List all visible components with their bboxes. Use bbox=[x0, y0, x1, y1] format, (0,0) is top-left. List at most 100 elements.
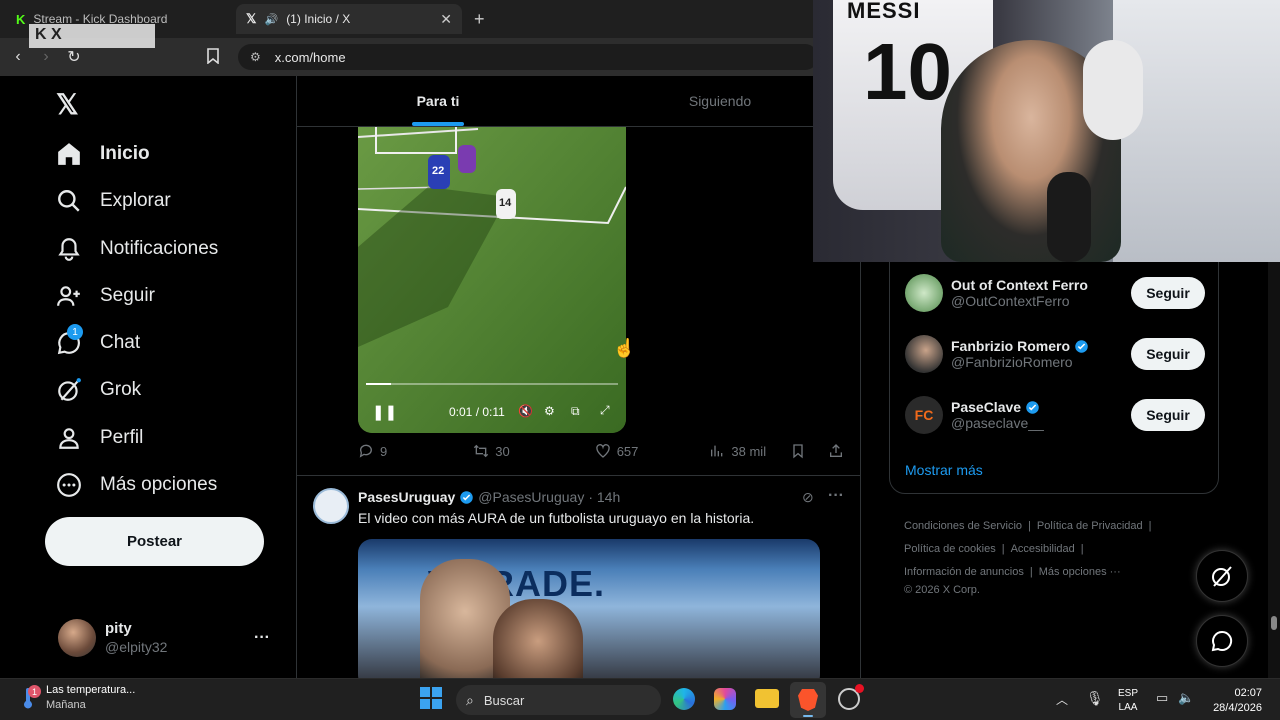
edge-icon[interactable] bbox=[673, 688, 695, 710]
views-button[interactable]: 38 mil bbox=[709, 443, 766, 459]
follow-button[interactable]: Seguir bbox=[1131, 277, 1205, 309]
verified-badge-icon bbox=[460, 490, 474, 504]
suggestion-handle: @paseclave__ bbox=[951, 415, 1044, 431]
back-icon[interactable]: ‹ bbox=[4, 48, 32, 66]
weather-widget[interactable]: 1 Las temperatura... Mañana bbox=[18, 683, 135, 713]
taskbar-search[interactable]: ⌕ Buscar bbox=[456, 685, 661, 715]
bell-icon bbox=[58, 238, 80, 261]
grok-fab[interactable] bbox=[1196, 550, 1248, 602]
follow-suggestion[interactable]: Fanbrizio Romero @FanbrizioRomero Seguir bbox=[905, 335, 1205, 373]
tab-label: (1) Inicio / X bbox=[286, 12, 351, 26]
retweet-button[interactable]: 30 bbox=[473, 443, 510, 459]
sidebar-item-label: Grok bbox=[100, 379, 142, 400]
pause-icon[interactable]: ❚❚ bbox=[372, 403, 397, 421]
footer-link[interactable]: Accesibilidad bbox=[1011, 543, 1075, 555]
video-progress-fill bbox=[366, 383, 392, 385]
address-input[interactable]: ⚙ x.com/home bbox=[238, 44, 818, 70]
sidebar-item-explorar[interactable]: Explorar bbox=[56, 184, 171, 218]
show-more-link[interactable]: Mostrar más bbox=[905, 462, 983, 478]
sidebar-item-notificaciones[interactable]: Notificaciones bbox=[56, 232, 218, 266]
tab-para-ti[interactable]: Para ti bbox=[297, 76, 579, 126]
avatar[interactable] bbox=[313, 488, 349, 524]
like-button[interactable]: 657 bbox=[595, 443, 639, 459]
post-button[interactable]: Postear bbox=[45, 517, 264, 566]
tray-chevron-icon[interactable]: ︿ bbox=[1056, 691, 1068, 708]
volume-icon[interactable]: 🔈 bbox=[1178, 690, 1194, 706]
reply-icon bbox=[359, 444, 372, 458]
tweet-video[interactable]: 22 14 ❚❚ 0:01 / 0:11 🔇 ⚙ ⧉ ⤢ bbox=[358, 127, 626, 433]
copilot-icon[interactable] bbox=[714, 688, 736, 710]
tweet-text: El video con más AURA de un futbolista u… bbox=[358, 510, 755, 526]
sidebar-item-perfil[interactable]: Perfil bbox=[56, 421, 143, 455]
more-icon[interactable]: ··· bbox=[828, 487, 844, 505]
bookmark-icon[interactable] bbox=[206, 48, 220, 67]
reload-icon[interactable]: ↻ bbox=[60, 47, 88, 67]
app-icon[interactable] bbox=[838, 684, 864, 710]
tweet-media[interactable]: WERADE. bbox=[358, 539, 820, 678]
tweet-actions: 9 30 657 38 mil bbox=[358, 443, 844, 459]
footer-link[interactable]: Más opciones ··· bbox=[1039, 566, 1121, 578]
reply-button[interactable]: 9 bbox=[358, 443, 387, 459]
messages-fab[interactable] bbox=[1196, 615, 1248, 667]
clock-time: 02:07 bbox=[1234, 687, 1262, 699]
sidebar-item-label: Seguir bbox=[100, 285, 155, 306]
brave-taskbar-item[interactable] bbox=[790, 682, 826, 718]
settings-icon[interactable]: ⚙ bbox=[544, 404, 555, 418]
network-icon[interactable]: ▭ bbox=[1156, 690, 1168, 706]
follow-suggestion[interactable]: FC PaseClave @paseclave__ Seguir bbox=[905, 396, 1205, 434]
footer-links: Condiciones de Servicio | Política de Priv… bbox=[904, 514, 1164, 598]
sidebar-item-seguir[interactable]: Seguir bbox=[56, 279, 155, 313]
bookmark-icon[interactable] bbox=[790, 443, 806, 459]
left-sidebar: 𝕏 Inicio Explorar Notificaciones Seguir … bbox=[0, 76, 297, 678]
footer-link[interactable]: Política de Privacidad bbox=[1037, 520, 1143, 532]
follow-button[interactable]: Seguir bbox=[1131, 399, 1205, 431]
forward-icon[interactable]: › bbox=[32, 48, 60, 66]
thermometer-icon: 1 bbox=[18, 685, 41, 709]
footer-link[interactable]: Información de anuncios bbox=[904, 566, 1024, 578]
microphone-icon[interactable]: 🎙 bbox=[1086, 690, 1104, 707]
x-logo-icon: 𝕏 bbox=[246, 11, 257, 26]
clock[interactable]: 02:07 28/4/2026 bbox=[1206, 686, 1262, 716]
x-logo-icon[interactable]: 𝕏 bbox=[56, 88, 79, 121]
brave-icon bbox=[798, 689, 818, 711]
mute-icon[interactable]: 🔇 bbox=[518, 404, 533, 418]
add-user-icon bbox=[57, 286, 80, 306]
player-number: 22 bbox=[432, 165, 445, 177]
search-icon: ⌕ bbox=[466, 691, 474, 708]
language-indicator[interactable]: ESP LAA bbox=[1118, 687, 1138, 715]
follow-button[interactable]: Seguir bbox=[1131, 338, 1205, 370]
tweet[interactable]: PasesUruguay @PasesUruguay · 14h ⊘ ··· E… bbox=[297, 475, 860, 678]
windows-start-icon[interactable] bbox=[420, 687, 442, 709]
follow-suggestion[interactable]: Out of Context Ferro @OutContextFerro Se… bbox=[905, 274, 1205, 312]
sidebar-item-inicio[interactable]: Inicio bbox=[56, 137, 150, 171]
sidebar-item-grok[interactable]: Grok bbox=[56, 373, 141, 407]
tweet-handle[interactable]: @PasesUruguay bbox=[478, 489, 584, 505]
stream-overlay-logo: K X bbox=[29, 24, 155, 48]
account-switcher[interactable]: pity @elpity32 ··· bbox=[58, 616, 290, 660]
video-progress-track[interactable] bbox=[366, 383, 618, 385]
chat-icon bbox=[1211, 630, 1233, 652]
close-tab-icon[interactable]: ✕ bbox=[440, 11, 452, 28]
footer-link[interactable]: Política de cookies bbox=[904, 543, 996, 555]
grok-icon[interactable]: ⊘ bbox=[802, 489, 814, 506]
file-explorer-icon[interactable] bbox=[755, 689, 779, 708]
share-icon[interactable] bbox=[828, 443, 844, 459]
sidebar-item-chat[interactable]: 1 Chat bbox=[56, 324, 140, 360]
scrollbar[interactable] bbox=[1268, 262, 1280, 678]
chat-icon-wrap: 1 bbox=[56, 324, 83, 356]
sidebar-item-mas-opciones[interactable]: Más opciones bbox=[56, 468, 217, 502]
like-count: 657 bbox=[616, 443, 639, 459]
site-settings-icon[interactable]: ⚙ bbox=[250, 50, 261, 64]
grok-icon bbox=[58, 378, 81, 401]
scrollbar-thumb[interactable] bbox=[1271, 616, 1277, 630]
footer-link[interactable]: Condiciones de Servicio bbox=[904, 520, 1022, 532]
new-tab-button[interactable]: + bbox=[474, 9, 485, 30]
tweet-time[interactable]: · 14h bbox=[588, 489, 620, 505]
tab-x-home[interactable]: 𝕏 🔊 (1) Inicio / X ✕ bbox=[236, 4, 462, 34]
profile-icon bbox=[59, 428, 79, 449]
fullscreen-icon[interactable]: ⤢ bbox=[600, 403, 610, 418]
account-menu-icon[interactable]: ··· bbox=[254, 629, 270, 647]
pip-icon[interactable]: ⧉ bbox=[571, 404, 580, 419]
suggestion-name: PaseClave bbox=[951, 399, 1022, 415]
tweet-author[interactable]: PasesUruguay bbox=[358, 489, 455, 505]
